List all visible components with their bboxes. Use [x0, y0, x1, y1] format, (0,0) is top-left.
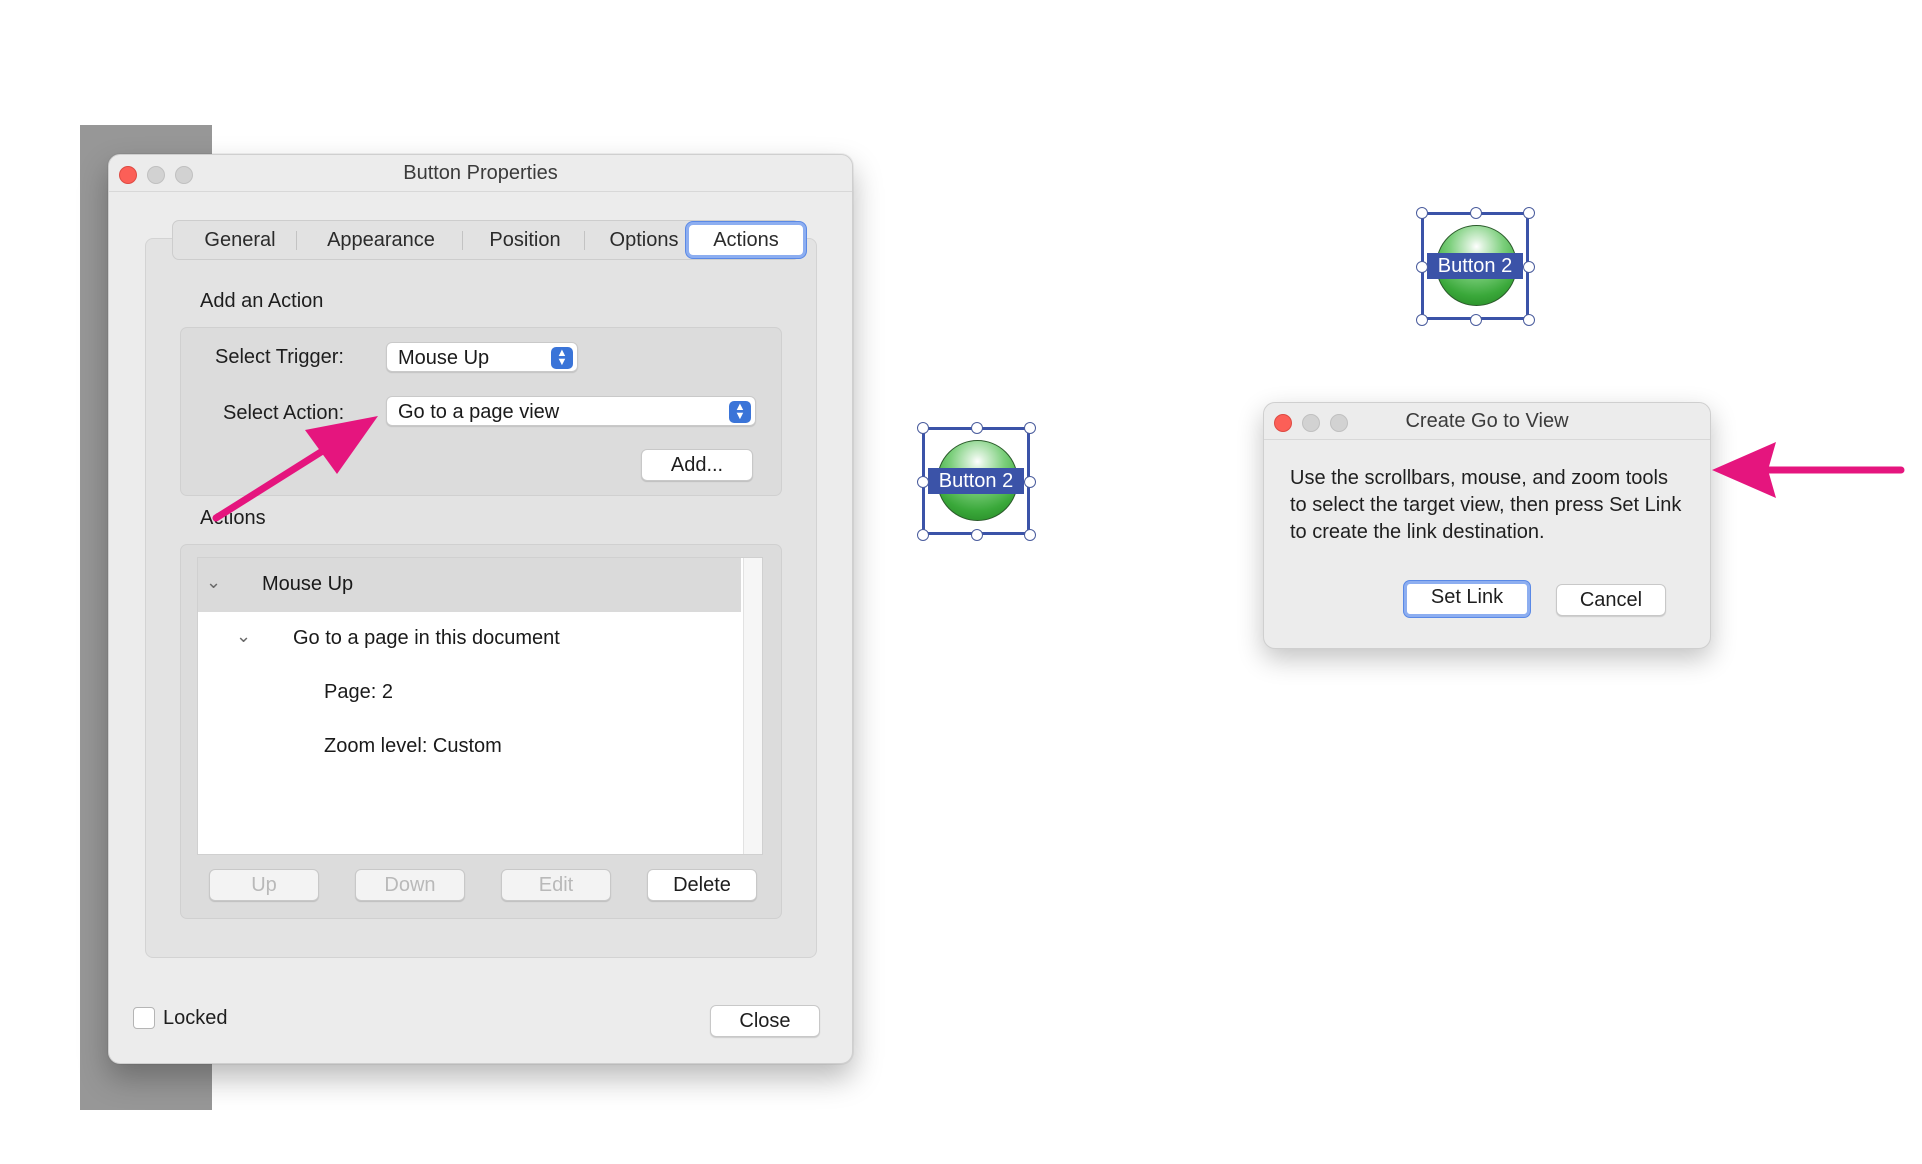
arrow-icon — [1712, 442, 1905, 498]
arrow-icon — [212, 416, 378, 522]
annotation-layer — [212, 416, 1905, 522]
